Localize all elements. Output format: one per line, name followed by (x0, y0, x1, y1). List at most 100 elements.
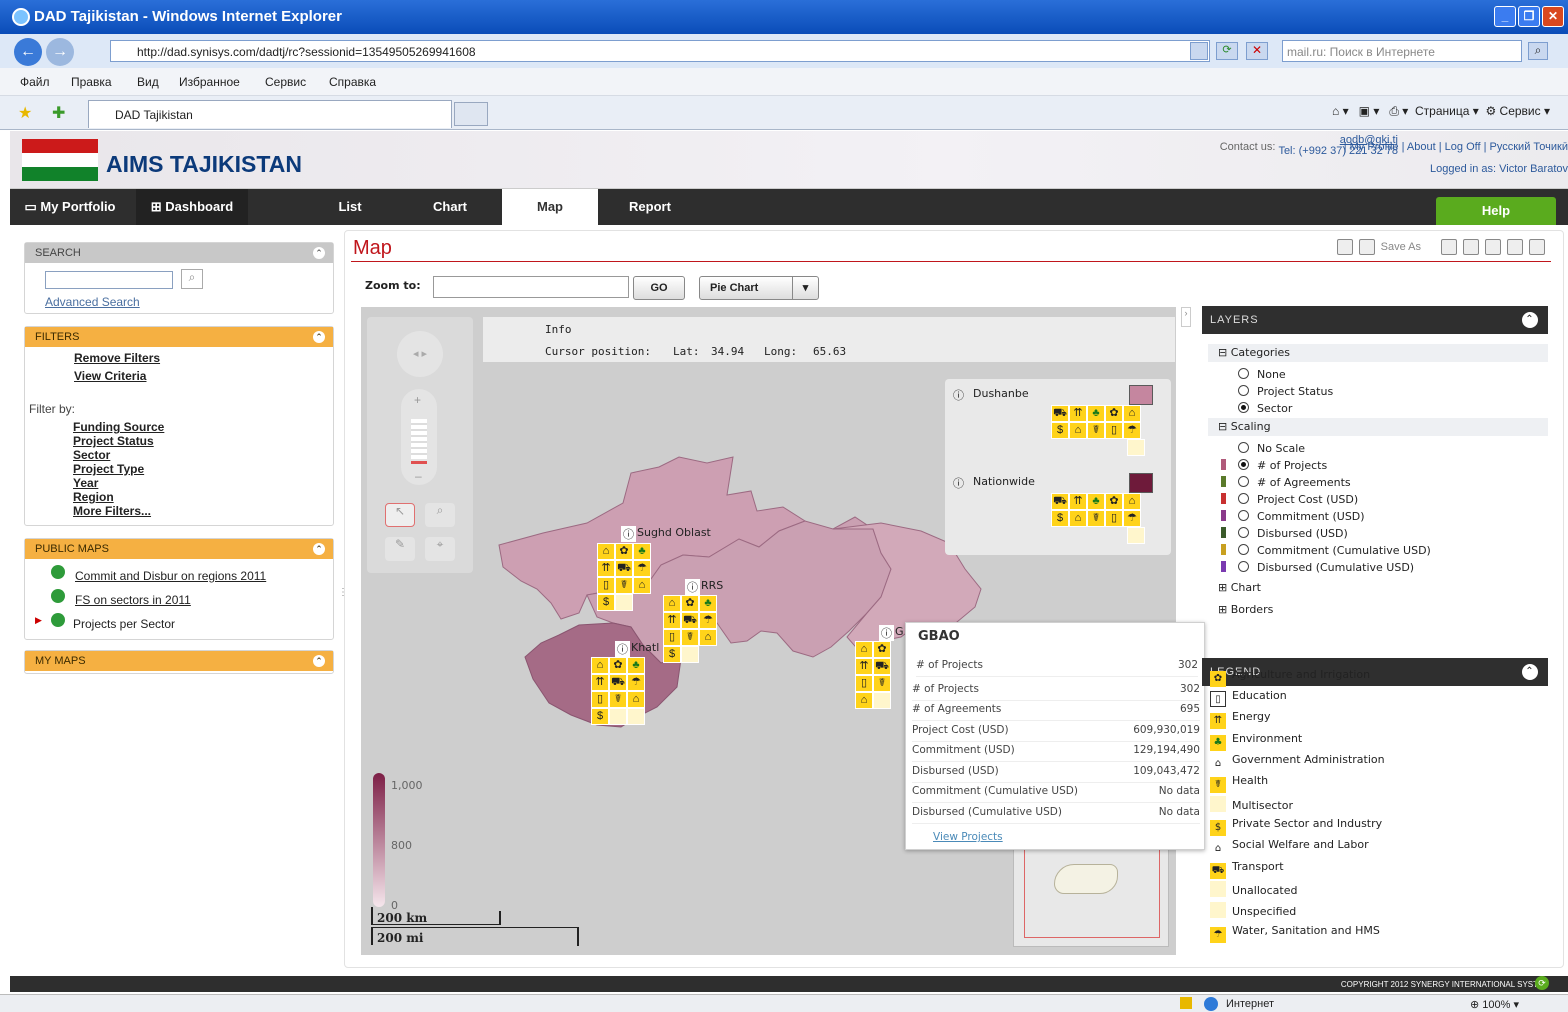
expand-panel-icon[interactable]: › (1181, 307, 1191, 327)
about-link[interactable]: About (1407, 141, 1436, 153)
agriculture-icon[interactable]: ✿ (1105, 493, 1123, 510)
info-icon[interactable]: ⓘ (953, 387, 964, 403)
save-as-label[interactable]: Save As (1381, 241, 1421, 253)
search-icon[interactable]: ⌕ (181, 269, 203, 289)
transport-icon[interactable]: ⛟ (609, 674, 627, 691)
energy-icon[interactable]: ⇈ (591, 674, 609, 691)
search-icon[interactable]: ⌕ (1528, 42, 1548, 60)
scaling-group[interactable]: ⊟ Scaling (1208, 418, 1548, 436)
education-icon[interactable]: ▯ (663, 629, 681, 646)
dushanbe-sector-icons[interactable]: ⛟ ⇈ ♣ ✿ ⌂ $ ⌂ ☤ ▯ ☂ (1051, 405, 1145, 456)
home-icon[interactable]: ⌂ ▾ (1332, 104, 1349, 118)
tab-chart[interactable]: Chart (402, 189, 498, 225)
collapse-icon[interactable]: ⌃ (1522, 664, 1538, 680)
government-icon[interactable]: ⌂ (597, 543, 615, 560)
transport-icon[interactable]: ⛟ (681, 612, 699, 629)
minimize-button[interactable]: _ (1494, 6, 1516, 27)
nationwide-sector-icons[interactable]: ⛟ ⇈ ♣ ✿ ⌂ $ ⌂ ☤ ▯ ☂ (1051, 493, 1145, 544)
dushanbe-color-swatch[interactable] (1129, 385, 1153, 405)
tab-list[interactable]: List (302, 189, 398, 225)
filter-region[interactable]: Region (73, 490, 114, 504)
filter-year[interactable]: Year (73, 476, 98, 490)
water-icon[interactable]: ☂ (1123, 510, 1141, 527)
environment-icon[interactable]: ♣ (1087, 493, 1105, 510)
scale-option[interactable]: No Scale (1238, 442, 1305, 455)
private-sector-icon[interactable]: $ (597, 594, 615, 611)
pie-chart-dropdown[interactable]: Pie Chart ▾ (699, 276, 819, 300)
transport-icon[interactable]: ⛟ (615, 560, 633, 577)
public-map-item[interactable]: Commit and Disbur on regions 2011 (75, 569, 266, 583)
filter-funding-source[interactable]: Funding Source (73, 420, 164, 434)
environment-icon[interactable]: ♣ (1087, 405, 1105, 422)
my-portfolio-button[interactable]: ▭ My Portfolio (10, 189, 130, 225)
education-icon[interactable]: ▯ (1105, 422, 1123, 439)
search-panel-header[interactable]: SEARCH ⌃ (25, 243, 333, 263)
filter-project-status[interactable]: Project Status (73, 434, 154, 448)
energy-icon[interactable]: ⇈ (1069, 405, 1087, 422)
transport-icon[interactable]: ⛟ (1051, 405, 1069, 422)
maximize-button[interactable]: ❐ (1518, 6, 1540, 27)
education-icon[interactable]: ▯ (591, 691, 609, 708)
refresh-icon[interactable]: ⟳ (1216, 42, 1238, 60)
more-filters-link[interactable]: More Filters... (73, 504, 151, 518)
private-sector-icon[interactable]: $ (591, 708, 609, 725)
nationwide-color-swatch[interactable] (1129, 473, 1153, 493)
government-icon[interactable]: ⌂ (1123, 405, 1141, 422)
public-map-item-selected[interactable]: Projects per Sector (73, 617, 175, 631)
menu-edit[interactable]: Правка (71, 75, 112, 89)
social-welfare-icon[interactable]: ⌂ (1069, 510, 1087, 527)
help-button[interactable]: Help (1436, 197, 1556, 225)
government-icon[interactable]: ⌂ (855, 641, 873, 658)
collapse-icon[interactable]: ⌃ (313, 247, 325, 259)
save-as-icon[interactable] (1358, 239, 1375, 255)
agriculture-icon[interactable]: ✿ (1105, 405, 1123, 422)
print-icon[interactable]: ⎙ ▾ (1389, 104, 1408, 118)
zoom-input[interactable] (433, 276, 629, 298)
scale-option[interactable]: # of Agreements (1221, 476, 1351, 489)
private-sector-icon[interactable]: $ (1051, 510, 1069, 527)
unspecified-icon[interactable] (627, 708, 645, 725)
browser-search-input[interactable]: mail.ru: Поиск в Интернете (1282, 40, 1522, 62)
gbao-sector-icons[interactable]: ⌂ ✿ ⇈ ⛟ ▯ ☤ ⌂ (855, 641, 891, 709)
health-icon[interactable]: ☤ (1087, 510, 1105, 527)
page-menu[interactable]: Страница (1415, 104, 1469, 118)
education-icon[interactable]: ▯ (855, 675, 873, 692)
filter-sector[interactable]: Sector (73, 448, 110, 462)
social-welfare-icon[interactable]: ⌂ (1069, 422, 1087, 439)
menu-help[interactable]: Справка (329, 75, 376, 89)
favorites-star-icon[interactable]: ★ (18, 103, 32, 123)
sughd-sector-icons[interactable]: ⌂ ✿ ♣ ⇈ ⛟ ☂ ▯ ☤ ⌂ $ (597, 543, 651, 611)
scale-option[interactable]: Commitment (Cumulative USD) (1221, 544, 1431, 557)
collapse-icon[interactable]: ⌃ (313, 543, 325, 555)
government-icon[interactable]: ⌂ (1123, 493, 1141, 510)
category-option-sector[interactable]: Sector (1238, 402, 1292, 415)
info-icon[interactable]: ⓘ (615, 641, 630, 657)
social-welfare-icon[interactable]: ⌂ (699, 629, 717, 646)
energy-icon[interactable]: ⇈ (1069, 493, 1087, 510)
info-icon[interactable]: ⓘ (953, 475, 964, 491)
forward-icon[interactable]: → (46, 38, 74, 66)
filters-header[interactable]: FILTERS ⌃ (25, 327, 333, 347)
social-welfare-icon[interactable]: ⌂ (627, 691, 645, 708)
unallocated-icon[interactable] (1127, 439, 1145, 456)
collapse-icon[interactable]: ⌃ (1522, 312, 1538, 328)
tab-dad-tajikistan[interactable]: DAD Tajikistan (88, 100, 452, 128)
agriculture-icon[interactable]: ✿ (873, 641, 891, 658)
back-icon[interactable]: ← (14, 38, 42, 66)
view-projects-link[interactable]: View Projects (933, 831, 1003, 843)
government-icon[interactable]: ⌂ (663, 595, 681, 612)
agriculture-icon[interactable]: ✿ (681, 595, 699, 612)
menu-file[interactable]: Файл (20, 75, 50, 89)
water-icon[interactable]: ☂ (699, 612, 717, 629)
environment-icon[interactable]: ♣ (627, 657, 645, 674)
filter-project-type[interactable]: Project Type (73, 462, 144, 476)
my-maps-header[interactable]: MY MAPS ⌃ (25, 651, 333, 671)
menu-tools[interactable]: Сервис (265, 75, 306, 89)
energy-icon[interactable]: ⇈ (597, 560, 615, 577)
menu-view[interactable]: Вид (137, 75, 159, 89)
unallocated-icon[interactable] (873, 692, 891, 709)
dashboard-button[interactable]: ⊞ Dashboard (136, 189, 248, 225)
environment-icon[interactable]: ♣ (633, 543, 651, 560)
new-tab-button[interactable] (454, 102, 488, 126)
unallocated-icon[interactable] (1127, 527, 1145, 544)
